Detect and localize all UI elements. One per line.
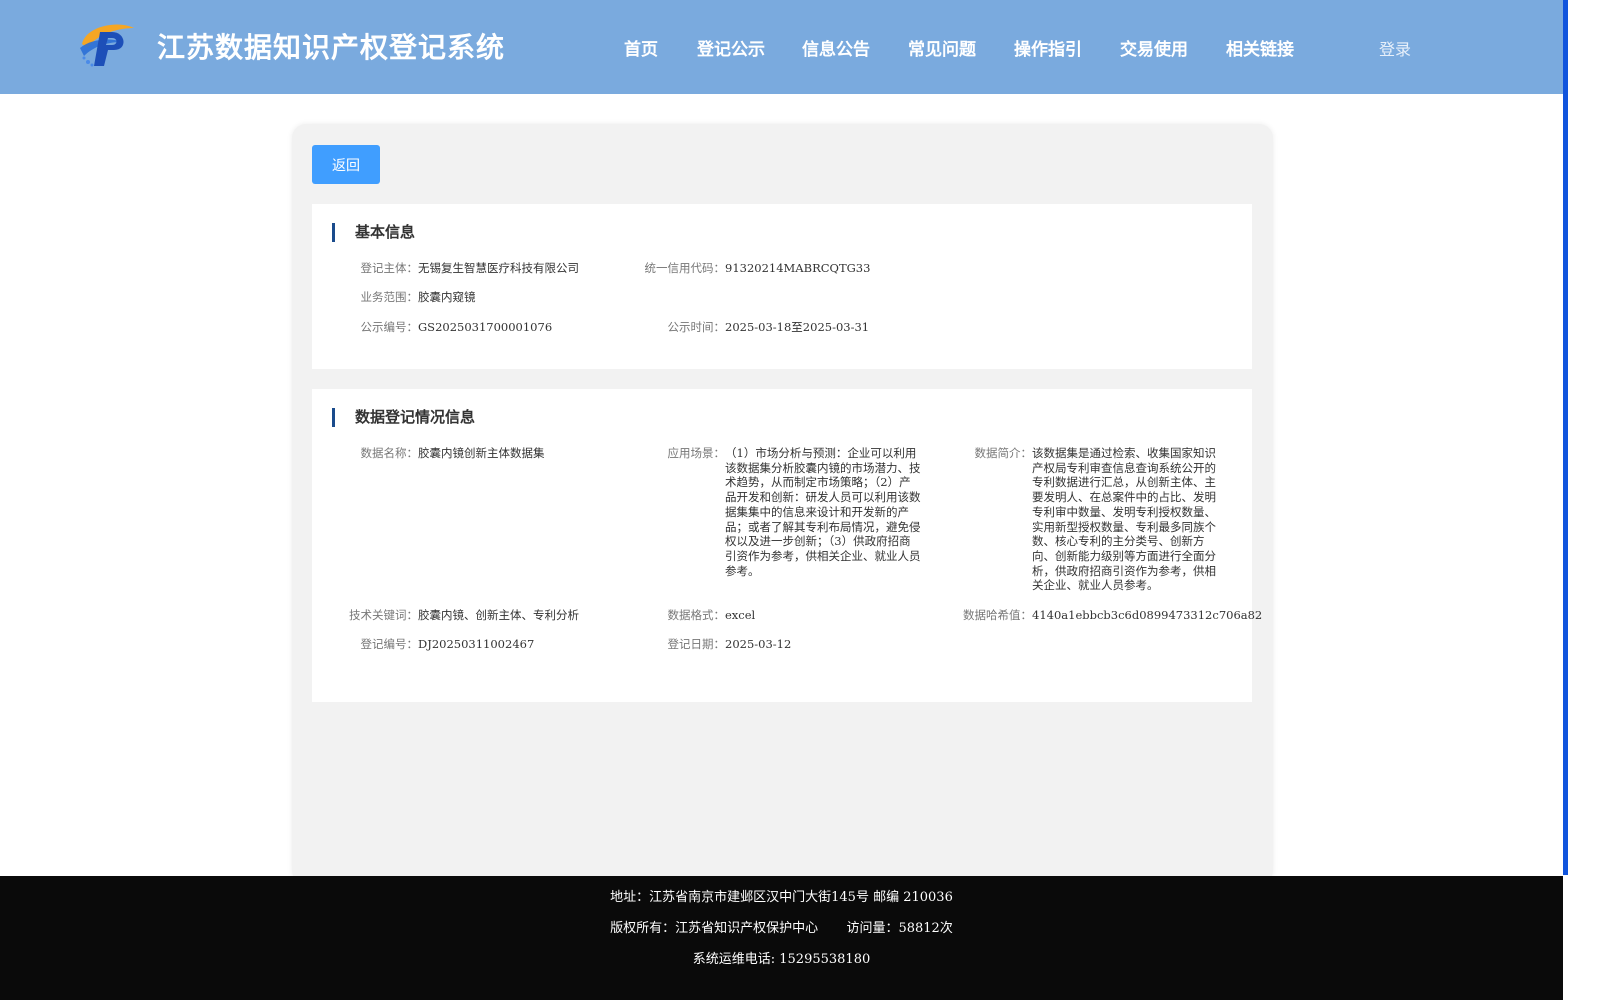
top-header: 江苏数据知识产权登记系统 首页 登记公示 信息公告 常见问题 操作指引 交易使用… xyxy=(0,0,1563,94)
notice-no-value: GS2025031700001076 xyxy=(418,320,553,334)
footer-copyright: 版权所有：江苏省知识产权保护中心 xyxy=(610,921,819,936)
nav-registration-notice[interactable]: 登记公示 xyxy=(697,35,765,60)
footer-phone: 系统运维电话: 15295538180 xyxy=(692,952,871,967)
footer-visits: 访问量：58812次 xyxy=(846,921,953,936)
scope-value: 胶囊内窥镜 xyxy=(418,290,476,304)
registration-info-section: 数据登记情况信息 数据名称： 胶囊内镜创新主体数据集 应用场景： （1）市场分析… xyxy=(312,389,1262,702)
footer-copyright-line: 版权所有：江苏省知识产权保护中心 访问量：58812次 xyxy=(0,917,1563,936)
field-label: 数据哈希值： xyxy=(963,608,1032,622)
field-label: 技术关键词： xyxy=(349,608,418,622)
keywords-value: 胶囊内镜、创新主体、专利分析 xyxy=(418,608,579,622)
reg-no-value: DJ20250311002467 xyxy=(418,637,535,651)
back-button[interactable]: 返回 xyxy=(312,145,380,184)
hash-value: 4140a1ebbcb3c6d0899473312c706a82 xyxy=(1032,608,1263,622)
field-label: 登记主体： xyxy=(360,261,419,275)
nav-faq[interactable]: 常见问题 xyxy=(908,35,976,60)
reg-date-value: 2025-03-12 xyxy=(725,637,792,651)
field-label: 应用场景： xyxy=(667,446,726,460)
site-title[interactable]: 江苏数据知识产权登记系统 xyxy=(157,26,505,66)
nav-home[interactable]: 首页 xyxy=(624,35,658,60)
footer-address: 地址：江苏省南京市建邺区汉中门大街145号 邮编 210036 xyxy=(610,890,953,905)
field-label: 数据格式： xyxy=(667,608,726,622)
credit-value: 91320214MABRCQTG33 xyxy=(725,261,871,275)
nav-info-announcement[interactable]: 信息公告 xyxy=(802,35,870,60)
section-title-registration: 数据登记情况信息 xyxy=(332,408,475,427)
nav-related-links[interactable]: 相关链接 xyxy=(1226,35,1294,60)
detail-card: 返回 基本信息 登记主体： 无锡复生智慧医疗科技有限公司 统一信用代码： 913… xyxy=(292,124,1273,884)
field-label: 统一信用代码： xyxy=(644,261,726,275)
scrollbar-track[interactable] xyxy=(1563,0,1600,1000)
nav-transaction-use[interactable]: 交易使用 xyxy=(1120,35,1188,60)
intro-value: 该数据集是通过检索、收集国家知识产权局专利审查信息查询系统公开的专利数据进行汇总… xyxy=(1032,446,1216,593)
section-title-basic: 基本信息 xyxy=(332,223,415,242)
field-label: 登记日期： xyxy=(667,637,726,651)
field-label: 登记编号： xyxy=(360,637,419,651)
login-link[interactable]: 登录 xyxy=(1379,36,1411,60)
data-name-value: 胶囊内镜创新主体数据集 xyxy=(418,446,545,460)
scrollbar-thumb[interactable] xyxy=(1563,0,1568,875)
subject-value: 无锡复生智慧医疗科技有限公司 xyxy=(418,261,579,275)
field-label: 数据简介： xyxy=(974,446,1033,460)
format-value: excel xyxy=(725,608,756,622)
field-label: 业务范围： xyxy=(360,290,419,304)
scene-value: （1）市场分析与预测：企业可以利用该数据集分析胶囊内镜的市场潜力、技术趋势，从而… xyxy=(725,446,921,578)
notice-time-value: 2025-03-18至2025-03-31 xyxy=(725,320,870,334)
field-label: 公示编号： xyxy=(360,320,419,334)
field-label: 数据名称： xyxy=(360,446,419,460)
field-label: 公示时间： xyxy=(667,320,726,334)
page-footer: 地址：江苏省南京市建邺区汉中门大街145号 邮编 210036 版权所有：江苏省… xyxy=(0,876,1563,1000)
site-logo-icon[interactable] xyxy=(78,18,138,70)
nav-operation-guide[interactable]: 操作指引 xyxy=(1014,35,1082,60)
basic-info-section: 基本信息 登记主体： 无锡复生智慧医疗科技有限公司 统一信用代码： 913202… xyxy=(312,204,1252,369)
